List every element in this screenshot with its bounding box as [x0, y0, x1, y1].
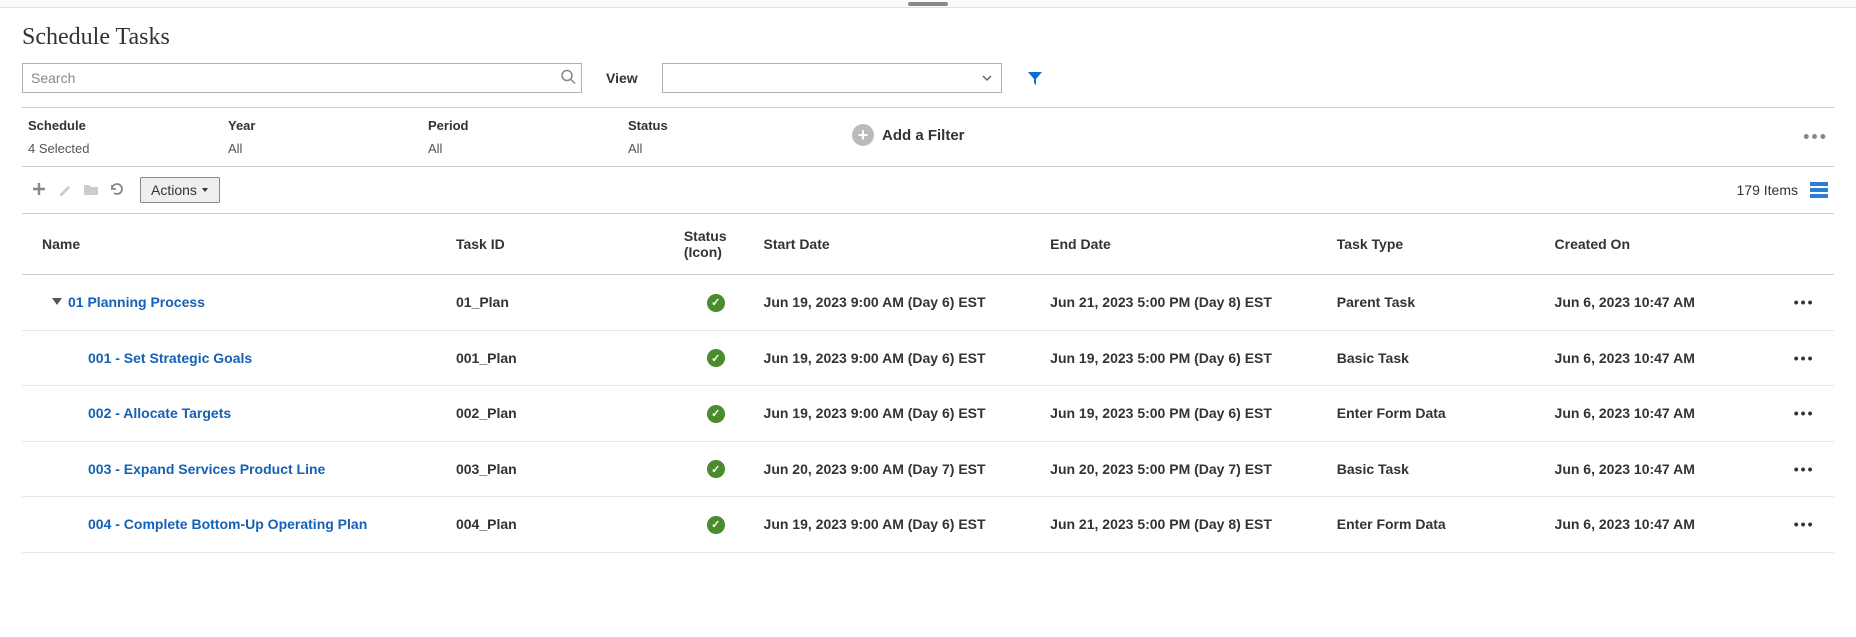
folder-icon [78, 182, 104, 199]
filter-label: Status [628, 118, 822, 133]
col-header-start[interactable]: Start Date [756, 214, 1043, 275]
list-view-icon[interactable] [1810, 182, 1828, 198]
table-row: 002 - Allocate Targets 002_Plan ✓ Jun 19, 2… [22, 386, 1834, 442]
refresh-icon[interactable] [104, 181, 130, 200]
end-date-cell: Jun 21, 2023 5:00 PM (Day 8) EST [1042, 497, 1329, 553]
status-ok-icon: ✓ [707, 460, 725, 478]
start-date-cell: Jun 19, 2023 9:00 AM (Day 6) EST [756, 330, 1043, 386]
view-select[interactable] [662, 63, 1002, 93]
expand-icon[interactable] [52, 298, 62, 305]
chevron-down-icon [981, 72, 993, 84]
filter-value: 4 Selected [28, 141, 222, 156]
task-id-cell: 01_Plan [448, 275, 676, 331]
task-id-cell: 004_Plan [448, 497, 676, 553]
start-date-cell: Jun 19, 2023 9:00 AM (Day 6) EST [756, 386, 1043, 442]
table-row: 004 - Complete Bottom-Up Operating Plan 0… [22, 497, 1834, 553]
drag-handle[interactable] [0, 0, 1856, 8]
filter-label: Period [428, 118, 622, 133]
created-on-cell: Jun 6, 2023 10:47 AM [1547, 386, 1775, 442]
status-ok-icon: ✓ [707, 349, 725, 367]
tasks-table: Name Task ID Status (Icon) Start Date En… [22, 214, 1834, 553]
created-on-cell: Jun 6, 2023 10:47 AM [1547, 330, 1775, 386]
filter-block[interactable]: Schedule 4 Selected [22, 118, 222, 156]
col-header-taskid[interactable]: Task ID [448, 214, 676, 275]
page-title: Schedule Tasks [22, 24, 1834, 51]
task-id-cell: 002_Plan [448, 386, 676, 442]
filter-label: Schedule [28, 118, 222, 133]
edit-icon [52, 182, 78, 199]
view-label: View [606, 70, 638, 86]
row-overflow-menu[interactable]: ••• [1774, 497, 1834, 553]
end-date-cell: Jun 21, 2023 5:00 PM (Day 8) EST [1042, 275, 1329, 331]
col-header-name[interactable]: Name [22, 214, 448, 275]
caret-down-icon [201, 186, 209, 194]
col-header-actions [1774, 214, 1834, 275]
search-input[interactable] [22, 63, 582, 93]
row-overflow-menu[interactable]: ••• [1774, 386, 1834, 442]
created-on-cell: Jun 6, 2023 10:47 AM [1547, 441, 1775, 497]
filter-bar: Schedule4 SelectedYearAllPeriodAllStatus… [22, 107, 1834, 167]
task-name-link[interactable]: 001 - Set Strategic Goals [88, 350, 252, 366]
plus-circle-icon: + [852, 124, 874, 146]
task-name-link[interactable]: 002 - Allocate Targets [88, 405, 231, 421]
search-wrap [22, 63, 582, 93]
row-overflow-menu[interactable]: ••• [1774, 330, 1834, 386]
start-date-cell: Jun 19, 2023 9:00 AM (Day 6) EST [756, 497, 1043, 553]
task-type-cell: Basic Task [1329, 330, 1547, 386]
table-row: 01 Planning Process 01_Plan ✓ Jun 19, 2023 … [22, 275, 1834, 331]
end-date-cell: Jun 19, 2023 5:00 PM (Day 6) EST [1042, 330, 1329, 386]
task-type-cell: Enter Form Data [1329, 386, 1547, 442]
end-date-cell: Jun 20, 2023 5:00 PM (Day 7) EST [1042, 441, 1329, 497]
add-filter-label: Add a Filter [882, 127, 965, 144]
filter-value: All [628, 141, 822, 156]
table-row: 003 - Expand Services Product Line 003_Pl… [22, 441, 1834, 497]
created-on-cell: Jun 6, 2023 10:47 AM [1547, 275, 1775, 331]
item-count: 179 Items [1737, 182, 1798, 198]
col-header-created[interactable]: Created On [1547, 214, 1775, 275]
filter-value: All [428, 141, 622, 156]
filter-block[interactable]: Status All [622, 118, 822, 156]
toolbar: Actions 179 Items [22, 167, 1834, 214]
add-icon[interactable] [26, 181, 52, 200]
task-type-cell: Basic Task [1329, 441, 1547, 497]
row-overflow-menu[interactable]: ••• [1774, 441, 1834, 497]
filter-overflow-menu[interactable]: ••• [1803, 127, 1828, 148]
col-header-type[interactable]: Task Type [1329, 214, 1547, 275]
task-name-link[interactable]: 003 - Expand Services Product Line [88, 461, 325, 477]
filter-block[interactable]: Period All [422, 118, 622, 156]
task-id-cell: 003_Plan [448, 441, 676, 497]
created-on-cell: Jun 6, 2023 10:47 AM [1547, 497, 1775, 553]
status-ok-icon: ✓ [707, 294, 725, 312]
start-date-cell: Jun 19, 2023 9:00 AM (Day 6) EST [756, 275, 1043, 331]
actions-button[interactable]: Actions [140, 177, 220, 203]
table-row: 001 - Set Strategic Goals 001_Plan ✓ Jun 19… [22, 330, 1834, 386]
col-header-status[interactable]: Status (Icon) [676, 214, 756, 275]
filter-label: Year [228, 118, 422, 133]
col-header-end[interactable]: End Date [1042, 214, 1329, 275]
add-filter-button[interactable]: + Add a Filter [852, 124, 965, 146]
row-overflow-menu[interactable]: ••• [1774, 275, 1834, 331]
task-type-cell: Enter Form Data [1329, 497, 1547, 553]
task-id-cell: 001_Plan [448, 330, 676, 386]
filter-icon[interactable] [1026, 69, 1044, 87]
filter-value: All [228, 141, 422, 156]
status-ok-icon: ✓ [707, 405, 725, 423]
end-date-cell: Jun 19, 2023 5:00 PM (Day 6) EST [1042, 386, 1329, 442]
status-ok-icon: ✓ [707, 516, 725, 534]
actions-label: Actions [151, 182, 197, 198]
task-name-link[interactable]: 01 Planning Process [68, 294, 205, 310]
filter-block[interactable]: Year All [222, 118, 422, 156]
task-name-link[interactable]: 004 - Complete Bottom-Up Operating Plan [88, 516, 367, 532]
task-type-cell: Parent Task [1329, 275, 1547, 331]
start-date-cell: Jun 20, 2023 9:00 AM (Day 7) EST [756, 441, 1043, 497]
